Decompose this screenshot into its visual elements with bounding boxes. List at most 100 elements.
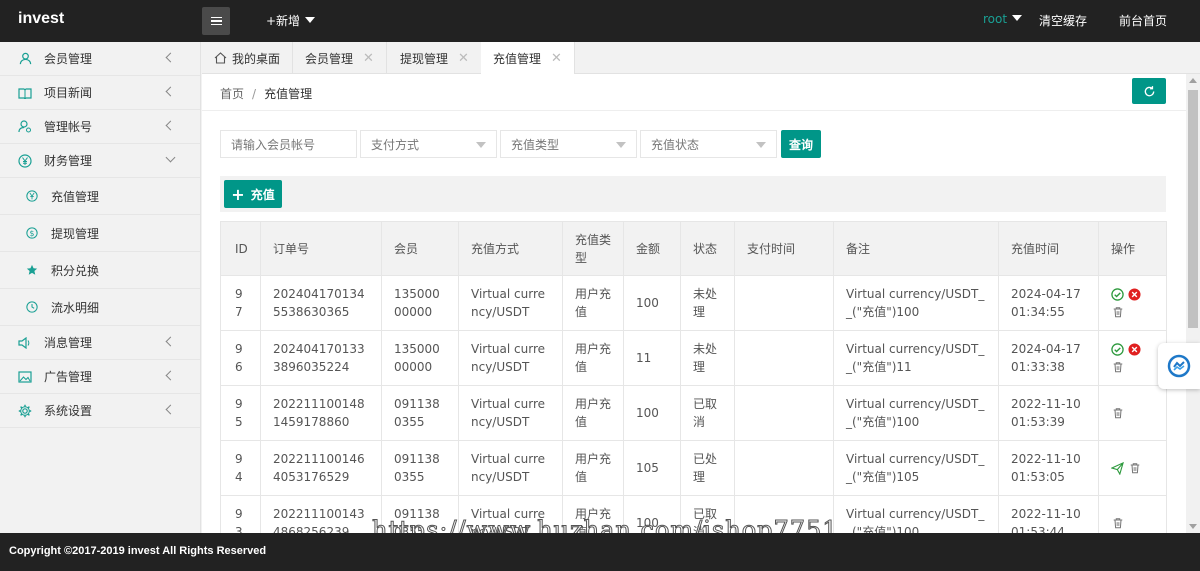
cell-status-text: 已取消 (693, 397, 718, 429)
reject-icon[interactable] (1128, 343, 1141, 356)
approve-icon[interactable] (1111, 343, 1124, 356)
cell-remark-text: Virtual currency/USDT__("充值")105 (846, 452, 985, 484)
column-header: 状态 (680, 221, 735, 276)
reject-icon[interactable] (1128, 288, 1141, 301)
cell-recharge-type: 用户充值 (562, 385, 624, 441)
delete-icon[interactable] (1128, 462, 1141, 475)
cell-pay-time (734, 385, 834, 441)
gear-icon (18, 404, 32, 418)
chevron-left-icon (165, 404, 176, 415)
sidebar-item-members[interactable]: 会员管理 (0, 42, 200, 76)
cell-remark: Virtual currency/USDT__("充值")100 (833, 385, 999, 441)
member-account-input[interactable]: 请输入会员帐号 (220, 130, 357, 158)
sidebar-item-label: 系统设置 (44, 404, 93, 418)
sidebar-item-accounts[interactable]: 管理帐号 (0, 110, 200, 144)
cell-status: 已处理 (680, 440, 735, 496)
cell-member-text: 0911380355 (394, 452, 440, 484)
delete-icon[interactable] (1111, 305, 1124, 318)
tab-members[interactable]: 会员管理 ✕ (293, 42, 387, 74)
breadcrumb-home[interactable]: 首页 (220, 87, 244, 101)
tab-withdraw[interactable]: 提现管理 ✕ (388, 42, 482, 74)
breadcrumb: 首页 / 充值管理 (220, 85, 312, 102)
recharge-type-select[interactable]: 充值类型 (500, 130, 637, 158)
cell-recharge-time-text: 2022-11-10 01:53:39 (1011, 397, 1081, 429)
cell-remark-text: Virtual currency/USDT__("充值")100 (846, 287, 985, 319)
cell-order-number: 2024041701333896035224 (260, 330, 382, 386)
add-new-dropdown[interactable]: +新增 (266, 12, 316, 29)
divider (202, 110, 1186, 111)
scroll-up-icon[interactable] (1189, 78, 1197, 83)
clear-cache-link[interactable]: 清空缓存 (1039, 12, 1087, 29)
dollar-circle-icon: $ (26, 227, 38, 239)
sidebar-item-label: 广告管理 (44, 370, 93, 384)
cell-remark: Virtual currency/USDT__("充值")105 (833, 440, 999, 496)
breadcrumb-separator: / (252, 87, 257, 101)
cell-recharge-time-text: 2024-04-17 01:34:55 (1011, 287, 1081, 319)
copyright-text: Copyright ©2017-2019 invest All Rights R… (9, 545, 267, 557)
column-header: 订单号 (260, 221, 382, 276)
cell-member: 13500000000 (381, 275, 459, 331)
sidebar-item-label: 财务管理 (44, 154, 93, 168)
row-actions (1111, 288, 1151, 318)
pay-method-select[interactable]: 支付方式 (360, 130, 497, 158)
delete-icon[interactable] (1111, 407, 1124, 420)
cell-pay-method-text: Virtual currency/USDT (471, 342, 546, 374)
query-button[interactable]: 查询 (781, 130, 821, 158)
cell-recharge-time: 2022-11-10 01:53:05 (998, 440, 1099, 496)
sidebar-item-label: 会员管理 (44, 52, 93, 66)
cell-status-text: 未处理 (693, 342, 718, 374)
sidebar-item-settings[interactable]: 系统设置 (0, 394, 200, 428)
send-icon[interactable] (1111, 461, 1124, 475)
caret-down-icon (305, 17, 316, 23)
delete-icon[interactable] (1111, 360, 1124, 373)
main-content: 首页 / 充值管理 请输入会员帐号 支付方式 充值类型 充值状态 查询 + 充值 ID… (202, 74, 1186, 533)
sidebar-sub-label: 充值管理 (51, 189, 100, 204)
cell-recharge-time-text: 2024-04-17 01:33:38 (1011, 342, 1081, 374)
cell-id: 97 (220, 275, 261, 331)
approve-icon[interactable] (1111, 288, 1124, 301)
recharge-status-value: 充值状态 (651, 137, 700, 152)
cell-recharge-type-text: 用户充值 (575, 397, 612, 429)
plus-icon: + (231, 184, 245, 204)
tab-recharge[interactable]: 充值管理 ✕ (481, 42, 575, 75)
recharge-status-select[interactable]: 充值状态 (640, 130, 777, 158)
close-icon[interactable]: ✕ (551, 51, 562, 66)
pay-method-value: 支付方式 (371, 137, 420, 152)
yen-circle-icon (26, 190, 38, 202)
floating-assistant-button[interactable] (1158, 343, 1200, 389)
scroll-down-icon[interactable] (1189, 524, 1197, 529)
sidebar: 会员管理 项目新闻 管理帐号 财务管理 充值管理 $ 提现管理 积分兑换 流水明… (0, 42, 201, 533)
refresh-button[interactable] (1132, 78, 1166, 104)
cell-recharge-time: 2022-11-10 01:53:44 (998, 495, 1099, 533)
sidebar-sub-recharge[interactable]: 充值管理 (0, 178, 200, 215)
vertical-scrollbar[interactable] (1186, 74, 1200, 533)
tab-label: 会员管理 (305, 51, 354, 66)
add-recharge-button[interactable]: + 充值 (224, 180, 282, 208)
column-header: 充值类型 (562, 221, 624, 276)
menu-toggle-button[interactable] (202, 7, 230, 35)
column-header: ID (220, 221, 261, 276)
front-home-link[interactable]: 前台首页 (1119, 12, 1167, 29)
column-header: 充值方式 (458, 221, 563, 276)
sidebar-sub-label: 流水明细 (51, 300, 100, 315)
scrollbar-thumb[interactable] (1188, 90, 1198, 328)
user-menu[interactable]: root (983, 12, 1023, 26)
sidebar-item-messages[interactable]: 消息管理 (0, 326, 200, 360)
close-icon[interactable]: ✕ (363, 51, 374, 66)
sidebar-sub-points[interactable]: 积分兑换 (0, 252, 200, 289)
sidebar-sub-flow[interactable]: 流水明细 (0, 289, 200, 326)
cell-amount-text: 105 (636, 461, 659, 475)
app-logo: invest (18, 10, 65, 27)
sidebar-item-finance[interactable]: 财务管理 (0, 144, 200, 178)
sidebar-item-label: 项目新闻 (44, 86, 93, 100)
delete-icon[interactable] (1111, 517, 1124, 530)
cell-amount: 100 (623, 385, 681, 441)
clock-icon (26, 301, 38, 313)
table-toolbar: + 充值 (220, 176, 1166, 212)
cell-status: 已取消 (680, 385, 735, 441)
tab-desktop[interactable]: 我的桌面 (202, 42, 294, 74)
close-icon[interactable]: ✕ (458, 51, 469, 66)
sidebar-item-ads[interactable]: 广告管理 (0, 360, 200, 394)
sidebar-sub-withdraw[interactable]: $ 提现管理 (0, 215, 200, 252)
sidebar-item-news[interactable]: 项目新闻 (0, 76, 200, 110)
